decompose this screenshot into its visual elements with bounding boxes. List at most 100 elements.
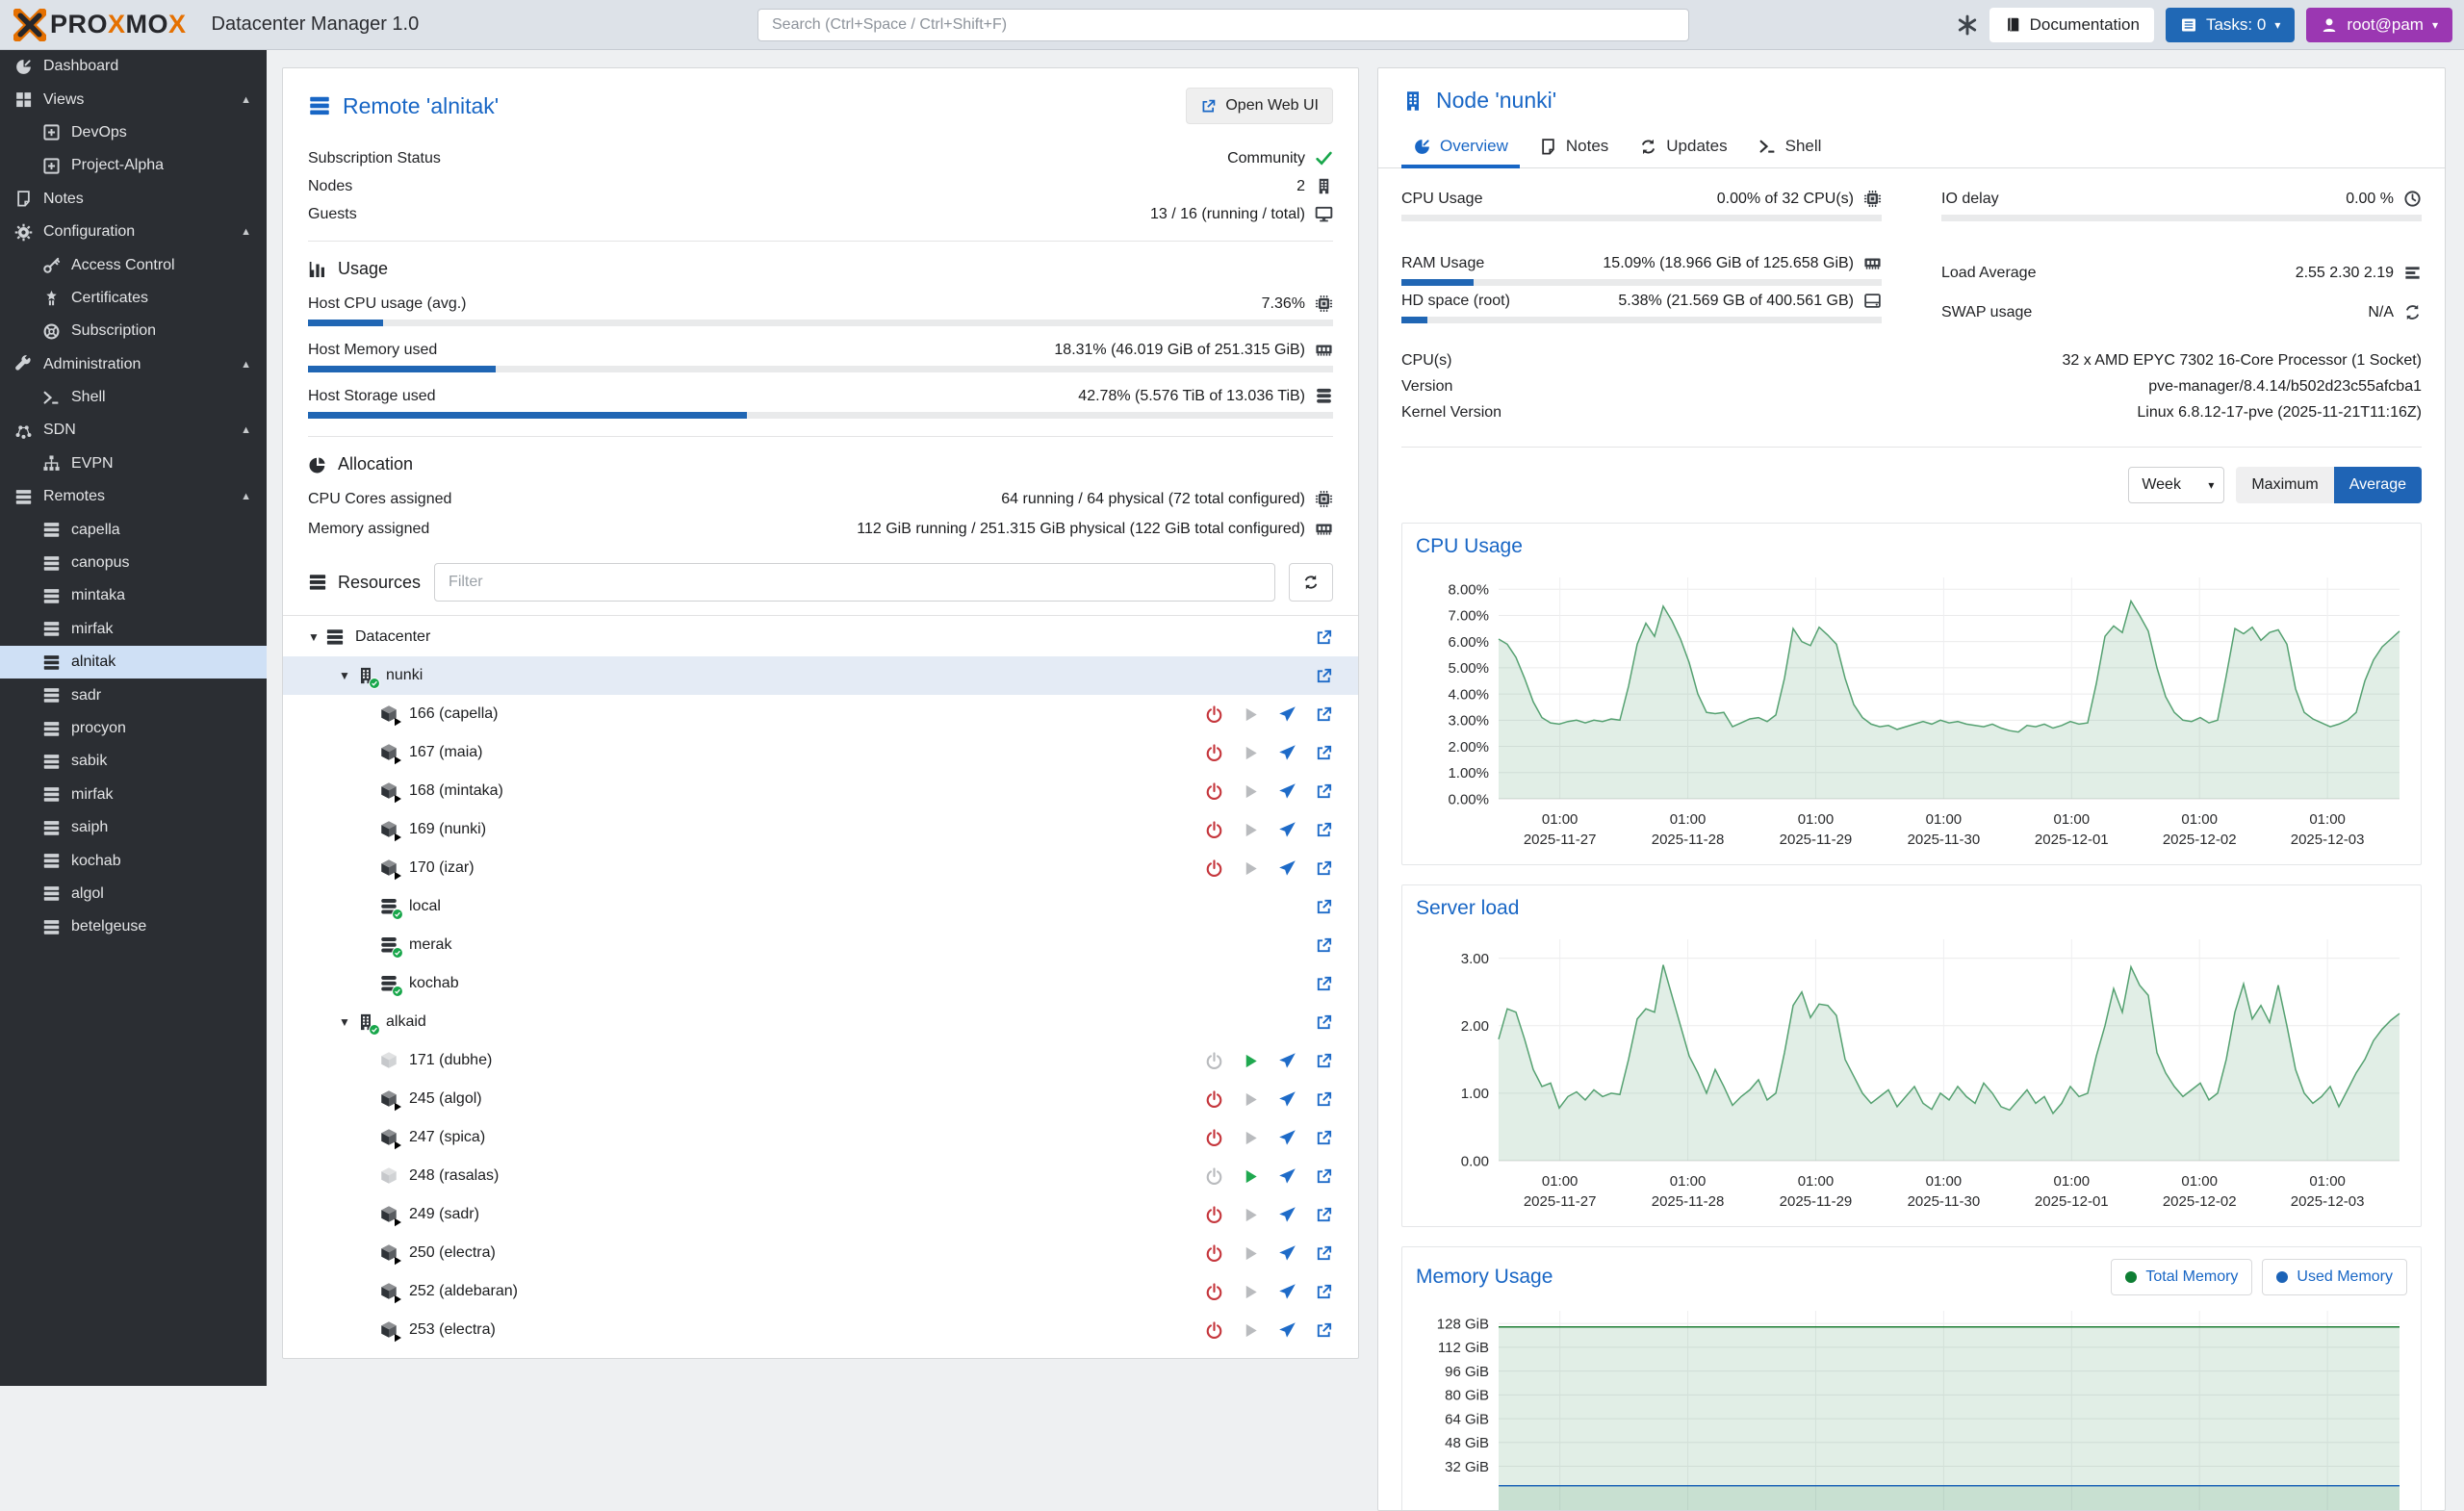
- sidebar-item-evpn[interactable]: EVPN: [0, 448, 267, 480]
- tree-row-168-mintaka[interactable]: 168 (mintaka): [283, 772, 1358, 810]
- tree-row-249-sadr[interactable]: 249 (sadr): [283, 1195, 1358, 1234]
- open-icon[interactable]: [1315, 898, 1333, 916]
- start-icon[interactable]: [1242, 705, 1260, 724]
- sidebar-item-mintaka[interactable]: mintaka: [0, 579, 267, 612]
- migrate-icon[interactable]: [1278, 859, 1296, 878]
- tree-row-248-rasalas[interactable]: 248 (rasalas): [283, 1157, 1358, 1195]
- open-icon[interactable]: [1315, 1283, 1333, 1301]
- tree-row-253-electra[interactable]: 253 (electra): [283, 1311, 1358, 1349]
- tree-row-166-capella[interactable]: 166 (capella): [283, 695, 1358, 733]
- user-menu-button[interactable]: root@pam ▾: [2306, 8, 2452, 42]
- tab-shell[interactable]: Shell: [1747, 127, 1834, 167]
- collapse-caret-icon[interactable]: ▲: [241, 226, 251, 238]
- collapse-caret-icon[interactable]: ▲: [241, 491, 251, 502]
- migrate-icon[interactable]: [1278, 1244, 1296, 1263]
- sidebar-item-administration[interactable]: Administration▲: [0, 348, 267, 381]
- shutdown-icon[interactable]: [1205, 1052, 1223, 1070]
- collapse-caret-icon[interactable]: ▲: [241, 359, 251, 371]
- shutdown-icon[interactable]: [1205, 744, 1223, 762]
- open-icon[interactable]: [1315, 1167, 1333, 1186]
- sidebar-item-sadr[interactable]: sadr: [0, 679, 267, 711]
- tasks-button[interactable]: Tasks: 0 ▾: [2166, 8, 2295, 42]
- start-icon[interactable]: [1242, 1167, 1260, 1186]
- shutdown-icon[interactable]: [1205, 705, 1223, 724]
- tree-row-167-maia[interactable]: 167 (maia): [283, 733, 1358, 772]
- documentation-button[interactable]: Documentation: [1989, 8, 2154, 42]
- tree-row-245-algol[interactable]: 245 (algol): [283, 1080, 1358, 1118]
- sidebar-item-access-control[interactable]: Access Control: [0, 248, 267, 281]
- migrate-icon[interactable]: [1278, 1321, 1296, 1340]
- tree-row-252-aldebaran[interactable]: 252 (aldebaran): [283, 1272, 1358, 1311]
- tree-row-169-nunki[interactable]: 169 (nunki): [283, 810, 1358, 849]
- timeframe-select[interactable]: Week ▾: [2128, 467, 2224, 503]
- shutdown-icon[interactable]: [1205, 782, 1223, 801]
- tree-row-250-electra[interactable]: 250 (electra): [283, 1234, 1358, 1272]
- start-icon[interactable]: [1242, 1283, 1260, 1301]
- sidebar-item-views[interactable]: Views▲: [0, 83, 267, 115]
- shutdown-icon[interactable]: [1205, 1090, 1223, 1109]
- migrate-icon[interactable]: [1278, 1206, 1296, 1224]
- resources-filter-input[interactable]: [434, 563, 1275, 602]
- shutdown-icon[interactable]: [1205, 859, 1223, 878]
- start-icon[interactable]: [1242, 1052, 1260, 1070]
- resources-refresh-button[interactable]: [1289, 563, 1333, 602]
- tree-row-170-izar[interactable]: 170 (izar): [283, 849, 1358, 887]
- open-icon[interactable]: [1315, 1052, 1333, 1070]
- tab-overview[interactable]: Overview: [1401, 127, 1520, 167]
- start-icon[interactable]: [1242, 1206, 1260, 1224]
- sidebar-item-procyon[interactable]: procyon: [0, 712, 267, 745]
- migrate-icon[interactable]: [1278, 821, 1296, 839]
- tree-row-kochab[interactable]: kochab: [283, 964, 1358, 1003]
- open-icon[interactable]: [1315, 1206, 1333, 1224]
- open-icon[interactable]: [1315, 936, 1333, 955]
- open-icon[interactable]: [1315, 782, 1333, 801]
- tree-row-merak[interactable]: merak: [283, 926, 1358, 964]
- tree-row-datacenter[interactable]: ▼Datacenter: [283, 618, 1358, 656]
- migrate-icon[interactable]: [1278, 1129, 1296, 1147]
- sidebar-item-algol[interactable]: algol: [0, 878, 267, 910]
- open-icon[interactable]: [1315, 975, 1333, 993]
- start-icon[interactable]: [1242, 1244, 1260, 1263]
- migrate-icon[interactable]: [1278, 744, 1296, 762]
- open-icon[interactable]: [1315, 1090, 1333, 1109]
- tree-row-nunki[interactable]: ▼nunki: [283, 656, 1358, 695]
- sidebar-item-configuration[interactable]: Configuration▲: [0, 216, 267, 248]
- sidebar-item-remotes[interactable]: Remotes▲: [0, 480, 267, 513]
- shutdown-icon[interactable]: [1205, 1129, 1223, 1147]
- tree-caret-icon[interactable]: ▼: [339, 669, 356, 682]
- start-icon[interactable]: [1242, 744, 1260, 762]
- shutdown-icon[interactable]: [1205, 1244, 1223, 1263]
- open-icon[interactable]: [1315, 744, 1333, 762]
- tab-notes[interactable]: Notes: [1527, 127, 1620, 167]
- maximum-button[interactable]: Maximum: [2236, 467, 2333, 503]
- start-icon[interactable]: [1242, 1090, 1260, 1109]
- tree-row-alkaid[interactable]: ▼alkaid: [283, 1003, 1358, 1041]
- migrate-icon[interactable]: [1278, 1283, 1296, 1301]
- sidebar-item-mirfak[interactable]: mirfak: [0, 779, 267, 811]
- sidebar-item-capella[interactable]: capella: [0, 513, 267, 546]
- shutdown-icon[interactable]: [1205, 1167, 1223, 1186]
- shutdown-icon[interactable]: [1205, 1321, 1223, 1340]
- tree-row-171-dubhe[interactable]: 171 (dubhe): [283, 1041, 1358, 1080]
- average-button[interactable]: Average: [2334, 467, 2422, 503]
- start-icon[interactable]: [1242, 821, 1260, 839]
- tree-caret-icon[interactable]: ▼: [308, 630, 325, 644]
- sidebar-item-devops[interactable]: DevOps: [0, 116, 267, 149]
- migrate-icon[interactable]: [1278, 1052, 1296, 1070]
- open-icon[interactable]: [1315, 667, 1333, 685]
- open-icon[interactable]: [1315, 821, 1333, 839]
- global-search-input[interactable]: [757, 9, 1689, 41]
- start-icon[interactable]: [1242, 1129, 1260, 1147]
- tab-updates[interactable]: Updates: [1628, 127, 1738, 167]
- shutdown-icon[interactable]: [1205, 1206, 1223, 1224]
- tree-row-247-spica[interactable]: 247 (spica): [283, 1118, 1358, 1157]
- sidebar-item-notes[interactable]: Notes: [0, 183, 267, 216]
- sidebar-item-dashboard[interactable]: Dashboard: [0, 50, 267, 83]
- open-icon[interactable]: [1315, 1129, 1333, 1147]
- tree-row-254-acrux[interactable]: 254 (acrux): [283, 1349, 1358, 1359]
- sidebar-item-kochab[interactable]: kochab: [0, 844, 267, 877]
- shutdown-icon[interactable]: [1205, 1283, 1223, 1301]
- migrate-icon[interactable]: [1278, 782, 1296, 801]
- open-icon[interactable]: [1315, 1321, 1333, 1340]
- sidebar-item-subscription[interactable]: Subscription: [0, 315, 267, 347]
